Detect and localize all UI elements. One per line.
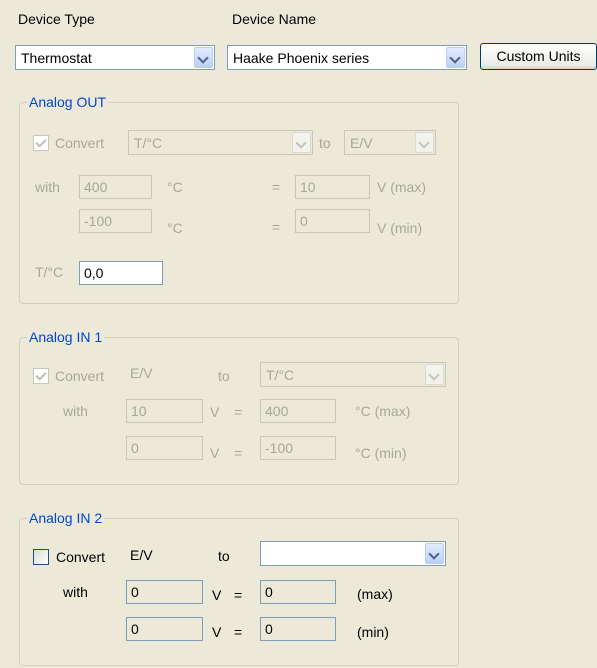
analog-in2-to-select[interactable]: [260, 541, 446, 566]
analog-in1-convert-label: Convert: [55, 368, 105, 384]
device-name-select[interactable]: Haake Phoenix series: [227, 45, 467, 70]
analog-in2-from-unit: E/V: [130, 547, 153, 563]
chevron-down-icon[interactable]: [194, 47, 213, 68]
analog-out-t-label: T/°C: [35, 264, 64, 280]
analog-in1-max-eq: =: [234, 404, 243, 420]
analog-in1-max-in-field[interactable]: 10: [126, 399, 203, 423]
analog-out-min-in-field[interactable]: -100: [79, 209, 152, 233]
analog-in1-min-in-unit: V: [210, 445, 220, 461]
device-name-label: Device Name: [232, 11, 317, 27]
analog-out-max-in-field[interactable]: 400: [79, 175, 152, 199]
analog-out-min-out-unit: V (min): [377, 220, 423, 236]
analog-in2-min-eq: =: [234, 624, 243, 640]
analog-in2-convert-label: Convert: [56, 549, 106, 565]
chevron-down-icon[interactable]: [425, 364, 444, 385]
chevron-down-icon[interactable]: [292, 132, 311, 153]
analog-in1-to-value: T/°C: [266, 367, 295, 383]
analog-in2-min-out-field[interactable]: 0: [260, 617, 336, 641]
analog-in1-min-out-unit: °C (min): [355, 445, 407, 461]
analog-in2-convert-checkbox[interactable]: [33, 549, 49, 565]
custom-units-button[interactable]: Custom Units: [480, 43, 597, 70]
analog-in2-max-out-unit: (max): [357, 586, 393, 602]
analog-in1-min-eq: =: [234, 445, 243, 461]
analog-out-convert-label: Convert: [55, 135, 105, 151]
analog-out-to-select[interactable]: E/V: [344, 130, 436, 155]
analog-in2-title: Analog IN 2: [27, 508, 105, 528]
chevron-down-icon[interactable]: [425, 543, 444, 564]
analog-out-to-value: E/V: [350, 135, 373, 151]
analog-out-convert-checkbox[interactable]: [33, 135, 49, 151]
analog-in2-max-eq: =: [234, 587, 243, 603]
analog-in2-max-in-field[interactable]: 0: [126, 580, 203, 604]
chevron-down-icon[interactable]: [415, 132, 434, 153]
analog-in1-with-label: with: [63, 403, 88, 419]
analog-in1-max-out-field[interactable]: 400: [260, 399, 336, 423]
analog-in2-max-out-field[interactable]: 0: [260, 580, 336, 604]
analog-out-max-in-unit: °C: [167, 179, 183, 195]
analog-out-with-label: with: [35, 179, 60, 195]
analog-in2-max-in-unit: V: [212, 587, 222, 603]
analog-in1-to-label: to: [218, 368, 230, 384]
chevron-down-icon[interactable]: [446, 47, 465, 68]
analog-out-t-field[interactable]: 0,0: [79, 261, 163, 285]
analog-out-max-eq: =: [272, 179, 281, 195]
analog-out-min-in-unit: °C: [167, 220, 183, 236]
analog-out-to-label: to: [319, 135, 331, 151]
analog-in1-min-in-field[interactable]: 0: [126, 436, 203, 460]
analog-in2-min-in-field[interactable]: 0: [126, 617, 203, 641]
analog-out-min-eq: =: [272, 219, 281, 235]
analog-in2-min-in-unit: V: [212, 624, 222, 640]
analog-out-title: Analog OUT: [27, 92, 109, 112]
analog-in1-to-select[interactable]: T/°C: [260, 362, 446, 387]
analog-in1-convert-checkbox[interactable]: [33, 368, 49, 384]
device-type-label: Device Type: [18, 11, 95, 27]
analog-out-from-value: T/°C: [134, 135, 163, 151]
analog-in2-with-label: with: [63, 584, 88, 600]
analog-out-from-select[interactable]: T/°C: [128, 130, 313, 155]
device-type-select[interactable]: Thermostat: [15, 45, 215, 70]
analog-in1-title: Analog IN 1: [27, 327, 105, 347]
analog-in1-min-out-field[interactable]: -100: [260, 436, 336, 460]
analog-in2-min-out-unit: (min): [357, 624, 389, 640]
analog-in1-max-in-unit: V: [210, 404, 220, 420]
analog-in1-max-out-unit: °C (max): [355, 403, 411, 419]
analog-out-min-out-field[interactable]: 0: [295, 209, 370, 233]
device-name-value: Haake Phoenix series: [233, 50, 370, 66]
analog-out-max-out-unit: V (max): [377, 179, 426, 195]
device-type-value: Thermostat: [21, 50, 92, 66]
analog-in1-from-unit: E/V: [130, 365, 153, 381]
analog-out-max-out-field[interactable]: 10: [295, 175, 370, 199]
analog-in2-to-label: to: [218, 548, 230, 564]
